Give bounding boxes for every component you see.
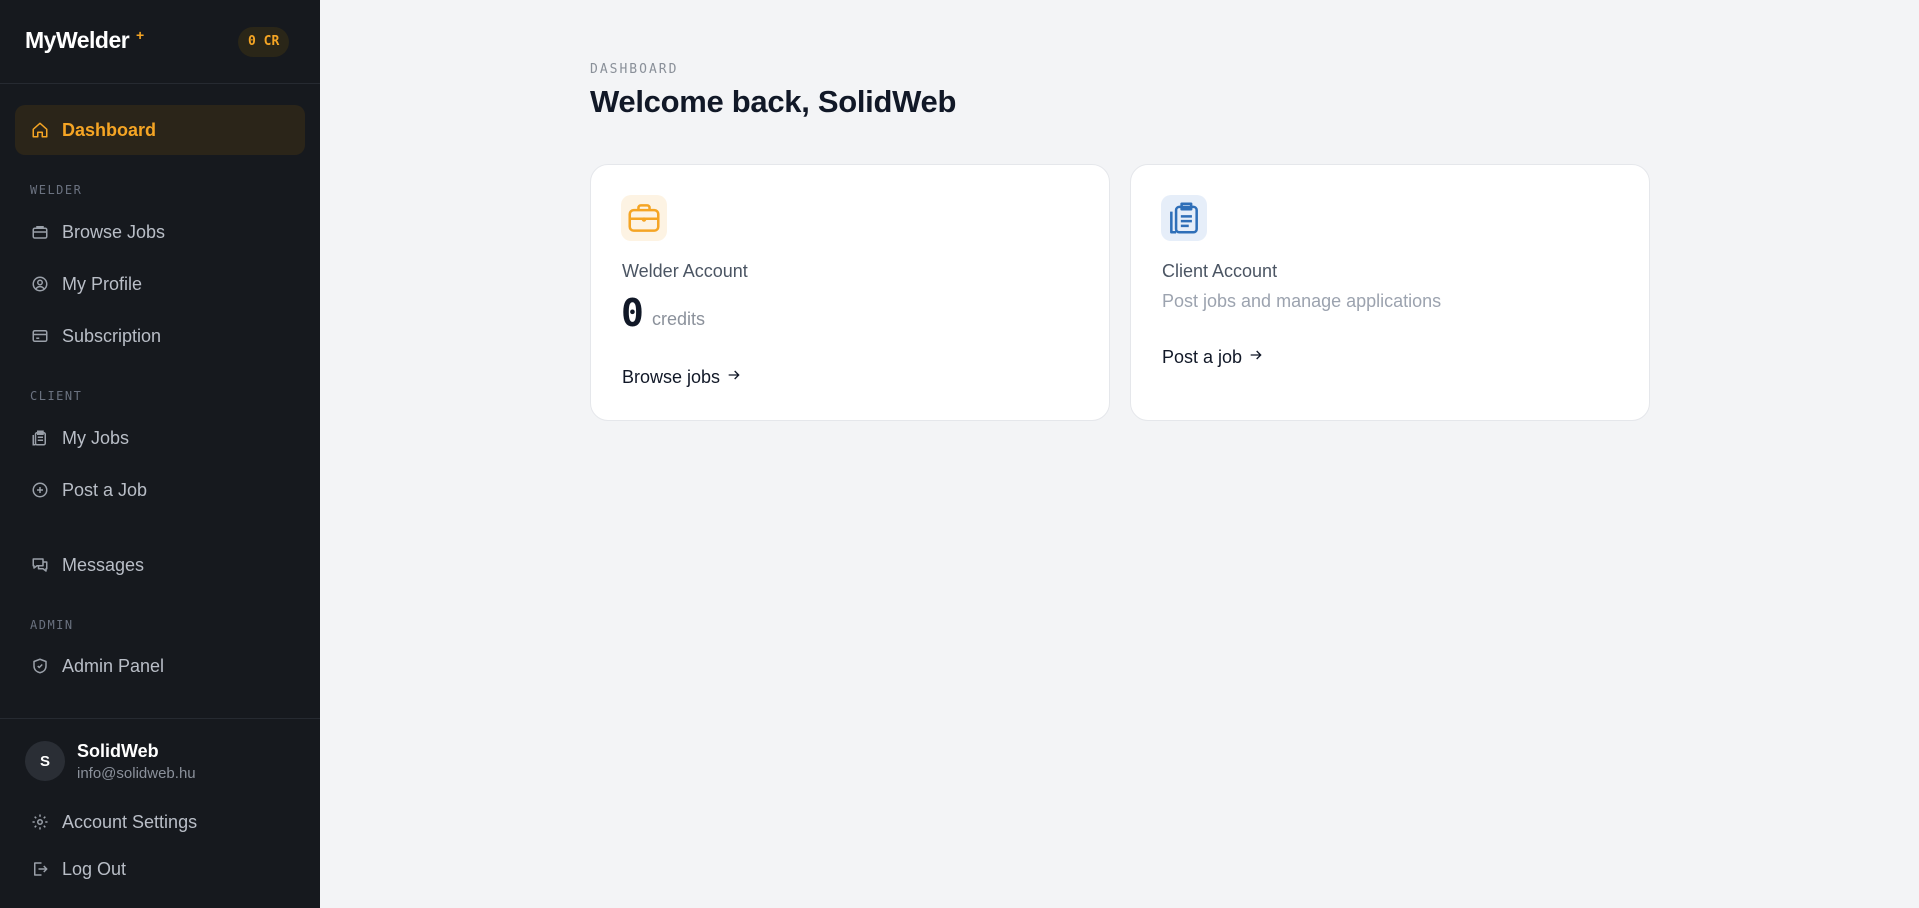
sidebar-item-label: Browse Jobs (62, 221, 166, 242)
sidebar-item-log-out[interactable]: Log Out (15, 844, 305, 894)
sidebar-item-label: Admin Panel (62, 655, 165, 676)
sidebar-item-label: My Profile (62, 273, 143, 294)
browse-jobs-link[interactable]: Browse jobs (622, 367, 742, 388)
brand-row: MyWelder + 0 CR (0, 0, 320, 84)
credit-card-icon (30, 326, 50, 346)
avatar[interactable]: S (25, 741, 65, 781)
arrow-right-icon (726, 367, 742, 388)
section-label-welder: WELDER (30, 183, 83, 197)
user-name: SolidWeb (77, 741, 159, 761)
section-label-admin: ADMIN (30, 618, 74, 632)
credits-value: 0 (621, 291, 644, 335)
chat-icon (30, 555, 50, 575)
user-email: info@solidweb.hu (77, 765, 196, 782)
link-label: Post a job (1162, 347, 1243, 367)
link-label: Browse jobs (622, 367, 721, 387)
card-title: Client Account (1162, 261, 1278, 281)
sidebar-item-label: Dashboard (62, 119, 157, 140)
sidebar-item-label: Messages (62, 554, 145, 575)
sidebar-item-my-profile[interactable]: My Profile (15, 259, 305, 309)
credits-badge[interactable]: 0 CR (238, 27, 290, 57)
credits-unit: credits (652, 309, 706, 329)
page-eyebrow: DASHBOARD (590, 62, 679, 77)
clipboard-icon (30, 428, 50, 448)
client-account-card: Client Account Post jobs and manage appl… (1130, 164, 1650, 421)
gear-icon (30, 812, 50, 832)
card-title: Welder Account (622, 261, 748, 281)
sidebar: MyWelder + 0 CR Dashboard WELDER Browse … (0, 0, 320, 908)
sidebar-item-label: Post a Job (62, 479, 148, 500)
sidebar-item-dashboard[interactable]: Dashboard (15, 105, 305, 155)
page-title: Welcome back, SolidWeb (590, 84, 957, 119)
logout-icon (30, 859, 50, 879)
home-icon (30, 120, 50, 140)
brand-logo[interactable]: MyWelder (25, 27, 130, 54)
brand-star: + (136, 27, 145, 43)
card-subtitle: Post jobs and manage applications (1162, 291, 1442, 311)
sidebar-item-messages[interactable]: Messages (15, 540, 305, 590)
sidebar-item-post-a-job[interactable]: Post a Job (15, 465, 305, 515)
section-label-client: CLIENT (30, 389, 83, 403)
plus-circle-icon (30, 480, 50, 500)
sidebar-item-my-jobs[interactable]: My Jobs (15, 413, 305, 463)
sidebar-item-account-settings[interactable]: Account Settings (15, 797, 305, 847)
post-a-job-link[interactable]: Post a job (1162, 347, 1264, 368)
sidebar-item-subscription[interactable]: Subscription (15, 311, 305, 361)
briefcase-icon (30, 222, 50, 242)
briefcase-icon (621, 195, 667, 241)
sidebar-item-label: Account Settings (62, 811, 198, 832)
shield-icon (30, 656, 50, 676)
sidebar-item-label: Subscription (62, 325, 162, 346)
sidebar-item-label: My Jobs (62, 427, 130, 448)
clipboard-icon (1161, 195, 1207, 241)
sidebar-item-admin-panel[interactable]: Admin Panel (15, 641, 305, 691)
user-circle-icon (30, 274, 50, 294)
sidebar-item-label: Log Out (62, 858, 127, 879)
sidebar-divider (0, 718, 320, 719)
welder-account-card: Welder Account 0 credits Browse jobs (590, 164, 1110, 421)
arrow-right-icon (1248, 347, 1264, 368)
sidebar-item-browse-jobs[interactable]: Browse Jobs (15, 207, 305, 257)
